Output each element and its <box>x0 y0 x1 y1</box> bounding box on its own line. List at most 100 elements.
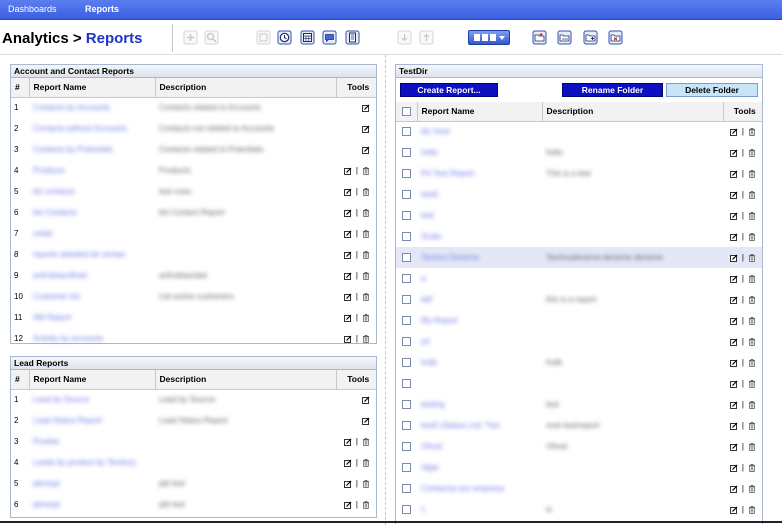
search-icon[interactable] <box>204 30 219 45</box>
trash-icon[interactable] <box>362 187 370 196</box>
report-name-link[interactable]: test5 <box>417 184 542 205</box>
report-name-link[interactable]: 1 <box>417 499 542 520</box>
row-checkbox[interactable] <box>402 442 411 452</box>
trash-icon[interactable] <box>362 458 370 467</box>
row-checkbox[interactable] <box>402 232 411 242</box>
edit-icon[interactable] <box>362 124 370 133</box>
clock-icon[interactable] <box>277 30 292 45</box>
edit-icon[interactable] <box>730 169 738 178</box>
edit-icon[interactable] <box>730 253 738 262</box>
row-checkbox[interactable] <box>402 400 411 410</box>
report-name-link[interactable]: Activity by accounts <box>29 328 155 349</box>
report-name-link[interactable]: ldc Host <box>417 121 542 142</box>
edit-icon[interactable] <box>730 484 738 493</box>
edit-icon[interactable] <box>730 190 738 199</box>
edit-icon[interactable] <box>344 208 352 217</box>
edit-icon[interactable] <box>730 358 738 367</box>
trash-icon[interactable] <box>362 292 370 301</box>
trash-icon[interactable] <box>748 190 756 199</box>
document-icon[interactable] <box>345 30 360 45</box>
trash-icon[interactable] <box>748 232 756 241</box>
arrow-down-icon[interactable] <box>397 30 412 45</box>
edit-icon[interactable] <box>730 421 738 430</box>
arrow-up-icon[interactable] <box>419 30 434 45</box>
report-name-link[interactable]: Contacts by Accounts <box>29 97 155 118</box>
report-name-link[interactable]: Contactos por empresa <box>417 478 542 499</box>
trash-icon[interactable] <box>748 295 756 304</box>
edit-icon[interactable] <box>730 463 738 472</box>
trash-icon[interactable] <box>748 505 756 514</box>
row-checkbox[interactable] <box>402 316 411 326</box>
row-checkbox[interactable] <box>402 421 411 431</box>
trash-icon[interactable] <box>362 208 370 217</box>
report-name-link[interactable]: Scale <box>417 226 542 247</box>
edit-icon[interactable] <box>730 400 738 409</box>
edit-icon[interactable] <box>344 271 352 280</box>
row-checkbox[interactable] <box>402 379 411 389</box>
row-checkbox[interactable] <box>402 484 411 494</box>
nav-reports[interactable]: Reports <box>85 4 119 14</box>
create-report-button[interactable]: Create Report... <box>400 83 498 97</box>
comment-icon[interactable] <box>322 30 337 45</box>
report-name-link[interactable]: Contacts by Potentials <box>29 139 155 160</box>
report-name-link[interactable]: Technu Deneme <box>417 247 542 268</box>
report-name-link[interactable]: Products <box>29 160 155 181</box>
row-checkbox[interactable] <box>402 463 411 473</box>
report-name-link[interactable]: AM Report <box>29 307 155 328</box>
report-name-link[interactable]: My Report <box>417 310 542 331</box>
trash-icon[interactable] <box>362 166 370 175</box>
nav-dashboards[interactable]: Dashboards <box>8 4 57 14</box>
add-icon[interactable] <box>183 30 198 45</box>
edit-icon[interactable] <box>344 166 352 175</box>
calendar-icon[interactable] <box>300 30 315 45</box>
edit-icon[interactable] <box>344 292 352 301</box>
folder-open-icon[interactable] <box>557 30 572 45</box>
trash-icon[interactable] <box>362 271 370 280</box>
folder-new-icon[interactable] <box>532 30 547 45</box>
folder-icon[interactable] <box>256 30 271 45</box>
trash-icon[interactable] <box>748 253 756 262</box>
report-name-link[interactable]: Lead by Source <box>29 389 155 410</box>
edit-icon[interactable] <box>730 232 738 241</box>
trash-icon[interactable] <box>748 127 756 136</box>
view-grid-dropdown[interactable] <box>468 30 510 45</box>
rename-folder-button[interactable]: Rename Folder <box>562 83 663 97</box>
edit-icon[interactable] <box>730 379 738 388</box>
report-name-link[interactable]: Prt Test Report <box>417 163 542 184</box>
edit-icon[interactable] <box>344 437 352 446</box>
report-name-link[interactable]: vfgat <box>417 457 542 478</box>
edit-icon[interactable] <box>344 500 352 509</box>
report-name-link[interactable]: pbrespt <box>29 494 155 515</box>
trash-icon[interactable] <box>362 437 370 446</box>
edit-icon[interactable] <box>730 442 738 451</box>
row-checkbox[interactable] <box>402 169 411 179</box>
report-name-link[interactable]: Lead Status Report <box>29 410 155 431</box>
row-checkbox[interactable] <box>402 253 411 263</box>
edit-icon[interactable] <box>730 505 738 514</box>
edit-icon[interactable] <box>730 337 738 346</box>
row-checkbox[interactable] <box>402 211 411 221</box>
report-name-link[interactable]: yd <box>417 331 542 352</box>
report-name-link[interactable]: Contacts without Accounts <box>29 118 155 139</box>
row-checkbox[interactable] <box>402 295 411 305</box>
edit-icon[interactable] <box>344 458 352 467</box>
row-checkbox[interactable] <box>402 190 411 200</box>
row-checkbox[interactable] <box>402 127 411 137</box>
folder-add-icon[interactable] <box>583 30 598 45</box>
edit-icon[interactable] <box>730 316 738 325</box>
row-checkbox[interactable] <box>402 148 411 158</box>
edit-icon[interactable] <box>730 274 738 283</box>
report-name-link[interactable]: Leads by product by Territory <box>29 452 155 473</box>
trash-icon[interactable] <box>362 334 370 343</box>
trash-icon[interactable] <box>748 400 756 409</box>
trash-icon[interactable] <box>748 148 756 157</box>
edit-icon[interactable] <box>344 229 352 238</box>
report-name-link[interactable]: hello <box>417 142 542 163</box>
row-checkbox[interactable] <box>402 358 411 368</box>
folder-delete-icon[interactable] <box>608 30 623 45</box>
edit-icon[interactable] <box>730 295 738 304</box>
report-name-link[interactable]: cedar <box>29 223 155 244</box>
edit-icon[interactable] <box>344 313 352 322</box>
row-checkbox[interactable] <box>402 274 411 284</box>
edit-icon[interactable] <box>730 148 738 157</box>
